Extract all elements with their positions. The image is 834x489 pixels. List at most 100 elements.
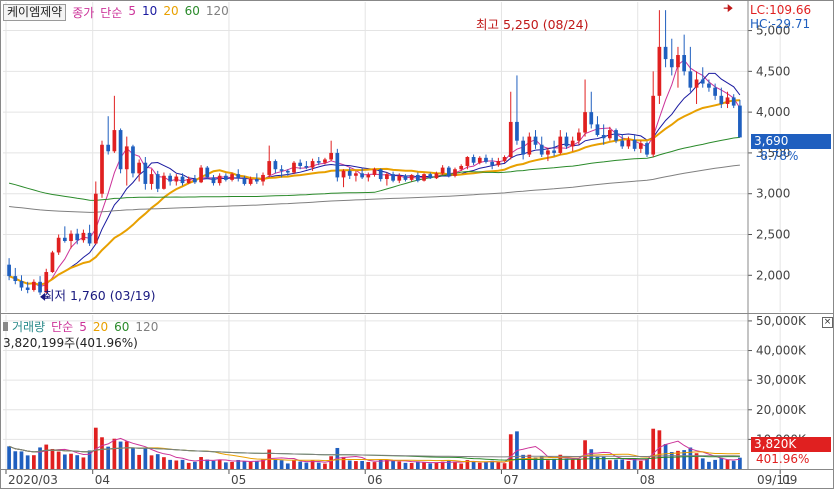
price-legend-item[interactable]: 120 [206,4,229,21]
volume-bar [508,434,513,469]
volume-bar [719,457,724,469]
volume-bar [81,457,86,469]
candle-body [372,169,377,175]
candle-body [217,175,222,184]
candle-body [459,165,464,170]
volume-bar [32,455,36,469]
volume-bar [273,459,278,469]
x-tick-label: 06 [367,473,382,487]
volume-tick-label: 50,000K [756,314,807,328]
ma10-line [8,72,741,286]
volume-bar [7,446,11,469]
candle-body [583,112,587,133]
candle-body [564,136,569,147]
volume-bar [626,460,631,469]
hc-label: HC:-29.71 [750,17,811,31]
volume-bar [657,430,662,469]
volume-bar [428,463,433,469]
candle-body [304,165,309,168]
volume-bar [496,462,501,469]
candle-body [298,162,303,166]
candle-body [81,232,86,241]
volume-bar [155,454,160,469]
candle-body [242,178,247,184]
candle-body [589,112,594,125]
candle-body [440,167,445,174]
volume-bar [131,448,135,469]
volume-bar [13,451,18,469]
candle-body [230,174,234,180]
volume-bar [415,461,420,469]
volume-legend-item[interactable]: 20 [93,320,108,334]
candle-body [137,162,142,174]
candle-body [539,144,544,155]
candle-body [490,161,495,166]
candle-body [477,157,482,163]
volume-legend-marker [3,322,8,331]
volume-legend: 거래량 단순 5 20 60 120 [3,318,158,335]
candle-body [645,143,649,155]
volume-bar [471,461,476,469]
price-legend: 케이엠제약 종가 단순 5 10 20 60 120 [3,3,229,21]
volume-legend-item[interactable]: 60 [114,320,129,334]
candle-body [236,174,241,179]
volume-legend-item[interactable]: 5 [79,320,87,334]
volume-legend-item[interactable]: 120 [135,320,158,334]
volume-legend-item[interactable]: 단순 [51,318,73,335]
volume-bar [100,437,104,469]
price-legend-item[interactable]: 5 [128,4,136,21]
candle-body [738,105,742,138]
volume-bar [19,451,24,469]
candle-body [174,176,179,182]
volume-bar [347,460,352,469]
price-legend-item[interactable]: 10 [142,4,157,21]
candle-body [56,237,61,253]
candle-body [19,281,24,288]
candle-body [87,232,92,244]
price-legend-item[interactable]: 60 [185,4,200,21]
volume-bar [707,461,711,469]
candle-body [713,87,717,96]
volume-bar [106,446,111,469]
candle-body [403,175,408,180]
candle-body [453,169,457,176]
price-legend-item[interactable]: 20 [163,4,178,21]
candle-body [38,281,42,293]
x-tick-label: 2020/03 [8,473,58,487]
collapse-icon[interactable]: × [822,317,833,328]
volume-bar [372,462,377,469]
candle-body [663,46,668,60]
candle-body [285,170,290,173]
price-legend-item[interactable]: 단순 [100,4,122,21]
candle-body [199,167,203,183]
candle-body [273,161,278,170]
volume-bar [50,448,55,469]
price-legend-item[interactable]: 종가 [72,4,94,21]
volume-bar [230,461,234,469]
candle-body [211,177,216,184]
candle-body [601,134,606,139]
candle-body [316,161,321,163]
candle-body [335,152,340,178]
candle-body [391,174,395,181]
candle-body [688,71,693,88]
price-tick-label: 2,000 [756,268,790,282]
candle-body [657,46,662,96]
stock-chart-window: 2,0002,5003,0003,5004,0004,5005,000 10,0… [0,0,834,489]
candle-body [155,174,160,189]
candle-body [676,55,680,68]
volume-tick-label: 30,000K [756,373,807,387]
volume-legend-item[interactable]: 거래량 [12,318,45,335]
volume-bar [502,463,507,469]
volume-bar [143,447,148,469]
candle-body [186,179,191,184]
candle-body [310,161,315,168]
candle-body [434,173,439,179]
candle-body [508,121,513,157]
volume-bar [329,456,334,469]
volume-bar [279,460,284,469]
chart-canvas[interactable]: 2,0002,5003,0003,5004,0004,5005,000 10,0… [0,0,834,489]
stock-name-box[interactable]: 케이엠제약 [3,3,67,21]
candle-body [162,175,166,189]
x-tick-label: 08 [640,473,655,487]
